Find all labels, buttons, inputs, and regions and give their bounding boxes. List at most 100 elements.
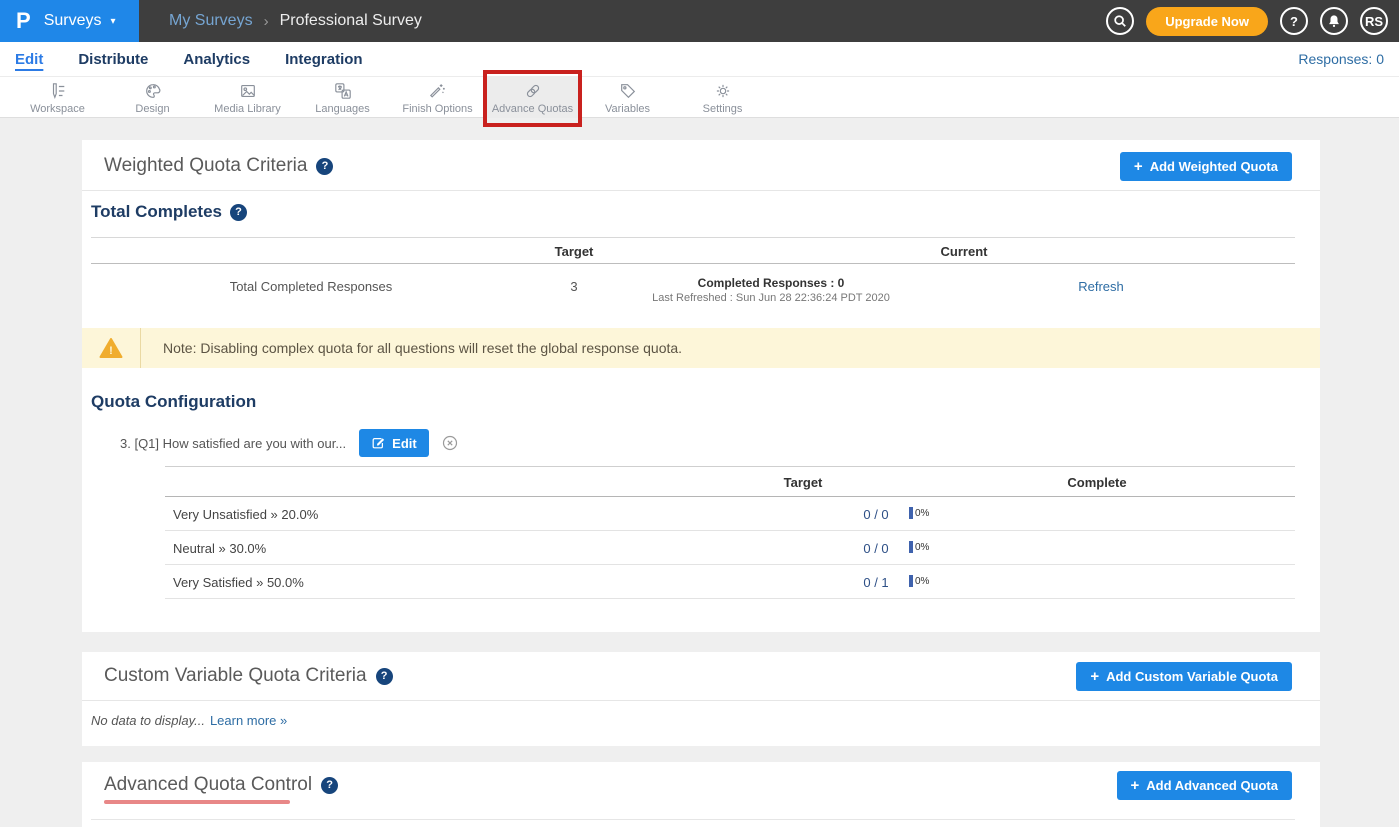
tab-edit[interactable]: Edit xyxy=(15,51,43,68)
progress-percent: 0% xyxy=(915,508,929,519)
toolbar-item-design[interactable]: Design xyxy=(105,77,200,118)
notifications-button[interactable] xyxy=(1320,7,1348,35)
custom-variable-quota-card: Custom Variable Quota Criteria ? + Add C… xyxy=(82,652,1320,746)
divider xyxy=(82,190,1320,191)
help-icon[interactable]: ? xyxy=(316,158,333,175)
tab-analytics[interactable]: Analytics xyxy=(183,51,250,68)
answer-option-label: Neutral » 30.0% xyxy=(173,541,266,556)
column-current: Current xyxy=(941,244,988,259)
custom-variable-quota-title: Custom Variable Quota Criteria ? xyxy=(104,665,393,687)
edit-pencil-icon xyxy=(371,436,385,450)
progress-indicator: 0% xyxy=(909,541,929,553)
note-text: Note: Disabling complex quota for all qu… xyxy=(141,328,682,368)
column-complete: Complete xyxy=(1067,475,1126,490)
table-header: Target Complete xyxy=(165,466,1295,497)
breadcrumb: My Surveys › Professional Survey xyxy=(169,12,422,30)
palette-icon xyxy=(144,82,162,100)
divider xyxy=(82,700,1320,701)
progress-percent: 0% xyxy=(915,576,929,587)
product-name: Surveys xyxy=(44,12,102,30)
question-mark-icon: ? xyxy=(1290,14,1298,29)
weighted-quota-title: Weighted Quota Criteria ? xyxy=(104,155,333,177)
target-value: 3 xyxy=(570,279,577,294)
tag-icon xyxy=(619,82,637,100)
help-button[interactable]: ? xyxy=(1280,7,1308,35)
last-refreshed-timestamp: Last Refreshed : Sun Jun 28 22:36:24 PDT… xyxy=(652,292,890,304)
learn-more-link[interactable]: Learn more » xyxy=(210,713,287,728)
progress-bar xyxy=(909,541,913,553)
breadcrumb-current-survey: Professional Survey xyxy=(280,12,422,30)
advanced-quota-title: Advanced Quota Control ? xyxy=(104,774,338,796)
search-button[interactable] xyxy=(1106,7,1134,35)
questionpro-app: P Surveys ▾ My Surveys › Professional Su… xyxy=(0,0,1399,827)
surveys-menu[interactable]: P Surveys ▾ xyxy=(0,0,139,42)
empty-state-row: No data to display... Learn more » xyxy=(91,713,287,728)
table-row: Neutral » 30.0% 0 / 0 0% xyxy=(165,531,1295,565)
plus-icon: + xyxy=(1134,158,1143,175)
note-banner: ! Note: Disabling complex quota for all … xyxy=(82,328,1320,368)
breadcrumb-separator: › xyxy=(264,13,269,30)
toolbar-item-variables[interactable]: Variables xyxy=(580,77,675,118)
help-icon[interactable]: ? xyxy=(230,204,247,221)
translate-icon xyxy=(334,82,352,100)
total-completes-table: Target Current Total Completed Responses… xyxy=(91,237,1295,320)
user-avatar[interactable]: RS xyxy=(1360,7,1388,35)
image-icon xyxy=(239,82,257,100)
toolbar-item-finish-options[interactable]: Finish Options xyxy=(390,77,485,118)
table-row: Very Unsatisfied » 20.0% 0 / 0 0% xyxy=(165,497,1295,531)
help-icon[interactable]: ? xyxy=(376,668,393,685)
top-bar: P Surveys ▾ My Surveys › Professional Su… xyxy=(0,0,1399,42)
weighted-quota-card: Weighted Quota Criteria ? + Add Weighted… xyxy=(82,140,1320,632)
toolbar-item-settings[interactable]: Settings xyxy=(675,77,770,118)
divider xyxy=(91,819,1295,820)
column-target: Target xyxy=(784,475,823,490)
table-header: Target Current xyxy=(91,237,1295,264)
chevron-down-icon: ▾ xyxy=(110,16,115,27)
warning-icon: ! xyxy=(82,328,141,368)
progress-indicator: 0% xyxy=(909,507,929,519)
page-content: Weighted Quota Criteria ? + Add Weighted… xyxy=(0,118,1399,827)
bell-icon xyxy=(1327,14,1341,28)
progress-percent: 0% xyxy=(915,542,929,553)
search-icon xyxy=(1113,14,1127,28)
toolbar-item-languages[interactable]: Languages xyxy=(295,77,390,118)
survey-tab-bar: Edit Distribute Analytics Integration Re… xyxy=(0,42,1399,77)
toolbar-item-media-library[interactable]: Media Library xyxy=(200,77,295,118)
gear-icon xyxy=(714,82,732,100)
add-custom-variable-quota-button[interactable]: + Add Custom Variable Quota xyxy=(1076,662,1292,691)
progress-bar xyxy=(909,507,913,519)
upgrade-now-button[interactable]: Upgrade Now xyxy=(1146,7,1268,36)
edit-quota-button[interactable]: Edit xyxy=(359,429,429,457)
tab-integration[interactable]: Integration xyxy=(285,51,363,68)
plus-icon: + xyxy=(1090,668,1099,685)
quota-question-row: 3. [Q1] How satisfied are you with our..… xyxy=(120,429,458,457)
answer-option-label: Very Satisfied » 50.0% xyxy=(173,575,304,590)
quota-configuration-table: Target Complete Very Unsatisfied » 20.0%… xyxy=(165,466,1295,599)
column-target: Target xyxy=(555,244,594,259)
toolbar-item-workspace[interactable]: Workspace xyxy=(10,77,105,118)
target-count: 0 / 0 xyxy=(863,541,888,556)
workspace-icon xyxy=(49,82,67,100)
target-count: 0 / 1 xyxy=(863,575,888,590)
quota-configuration-heading: Quota Configuration xyxy=(91,392,256,412)
help-icon[interactable]: ? xyxy=(321,777,338,794)
answer-option-label: Very Unsatisfied » 20.0% xyxy=(173,507,318,522)
add-weighted-quota-button[interactable]: + Add Weighted Quota xyxy=(1120,152,1292,181)
remove-quota-icon[interactable] xyxy=(442,435,458,451)
total-completes-heading: Total Completes ? xyxy=(91,202,247,222)
refresh-link[interactable]: Refresh xyxy=(1078,279,1124,294)
toolbar-item-advance-quotas[interactable]: Advance Quotas xyxy=(485,77,580,118)
edit-toolbar: Workspace Design Media Library Languages xyxy=(0,77,1399,118)
tab-distribute[interactable]: Distribute xyxy=(78,51,148,68)
chain-link-icon xyxy=(524,82,542,100)
table-row: Very Satisfied » 50.0% 0 / 1 0% xyxy=(165,565,1295,599)
progress-bar xyxy=(909,575,913,587)
empty-state-text: No data to display... xyxy=(91,713,205,728)
breadcrumb-my-surveys[interactable]: My Surveys xyxy=(169,12,253,30)
question-label: 3. [Q1] How satisfied are you with our..… xyxy=(120,436,346,451)
add-advanced-quota-button[interactable]: + Add Advanced Quota xyxy=(1117,771,1292,800)
annotation-underline xyxy=(104,800,290,804)
progress-indicator: 0% xyxy=(909,575,929,587)
magic-wand-icon xyxy=(429,82,447,100)
advanced-quota-card: Advanced Quota Control ? + Add Advanced … xyxy=(82,762,1320,827)
